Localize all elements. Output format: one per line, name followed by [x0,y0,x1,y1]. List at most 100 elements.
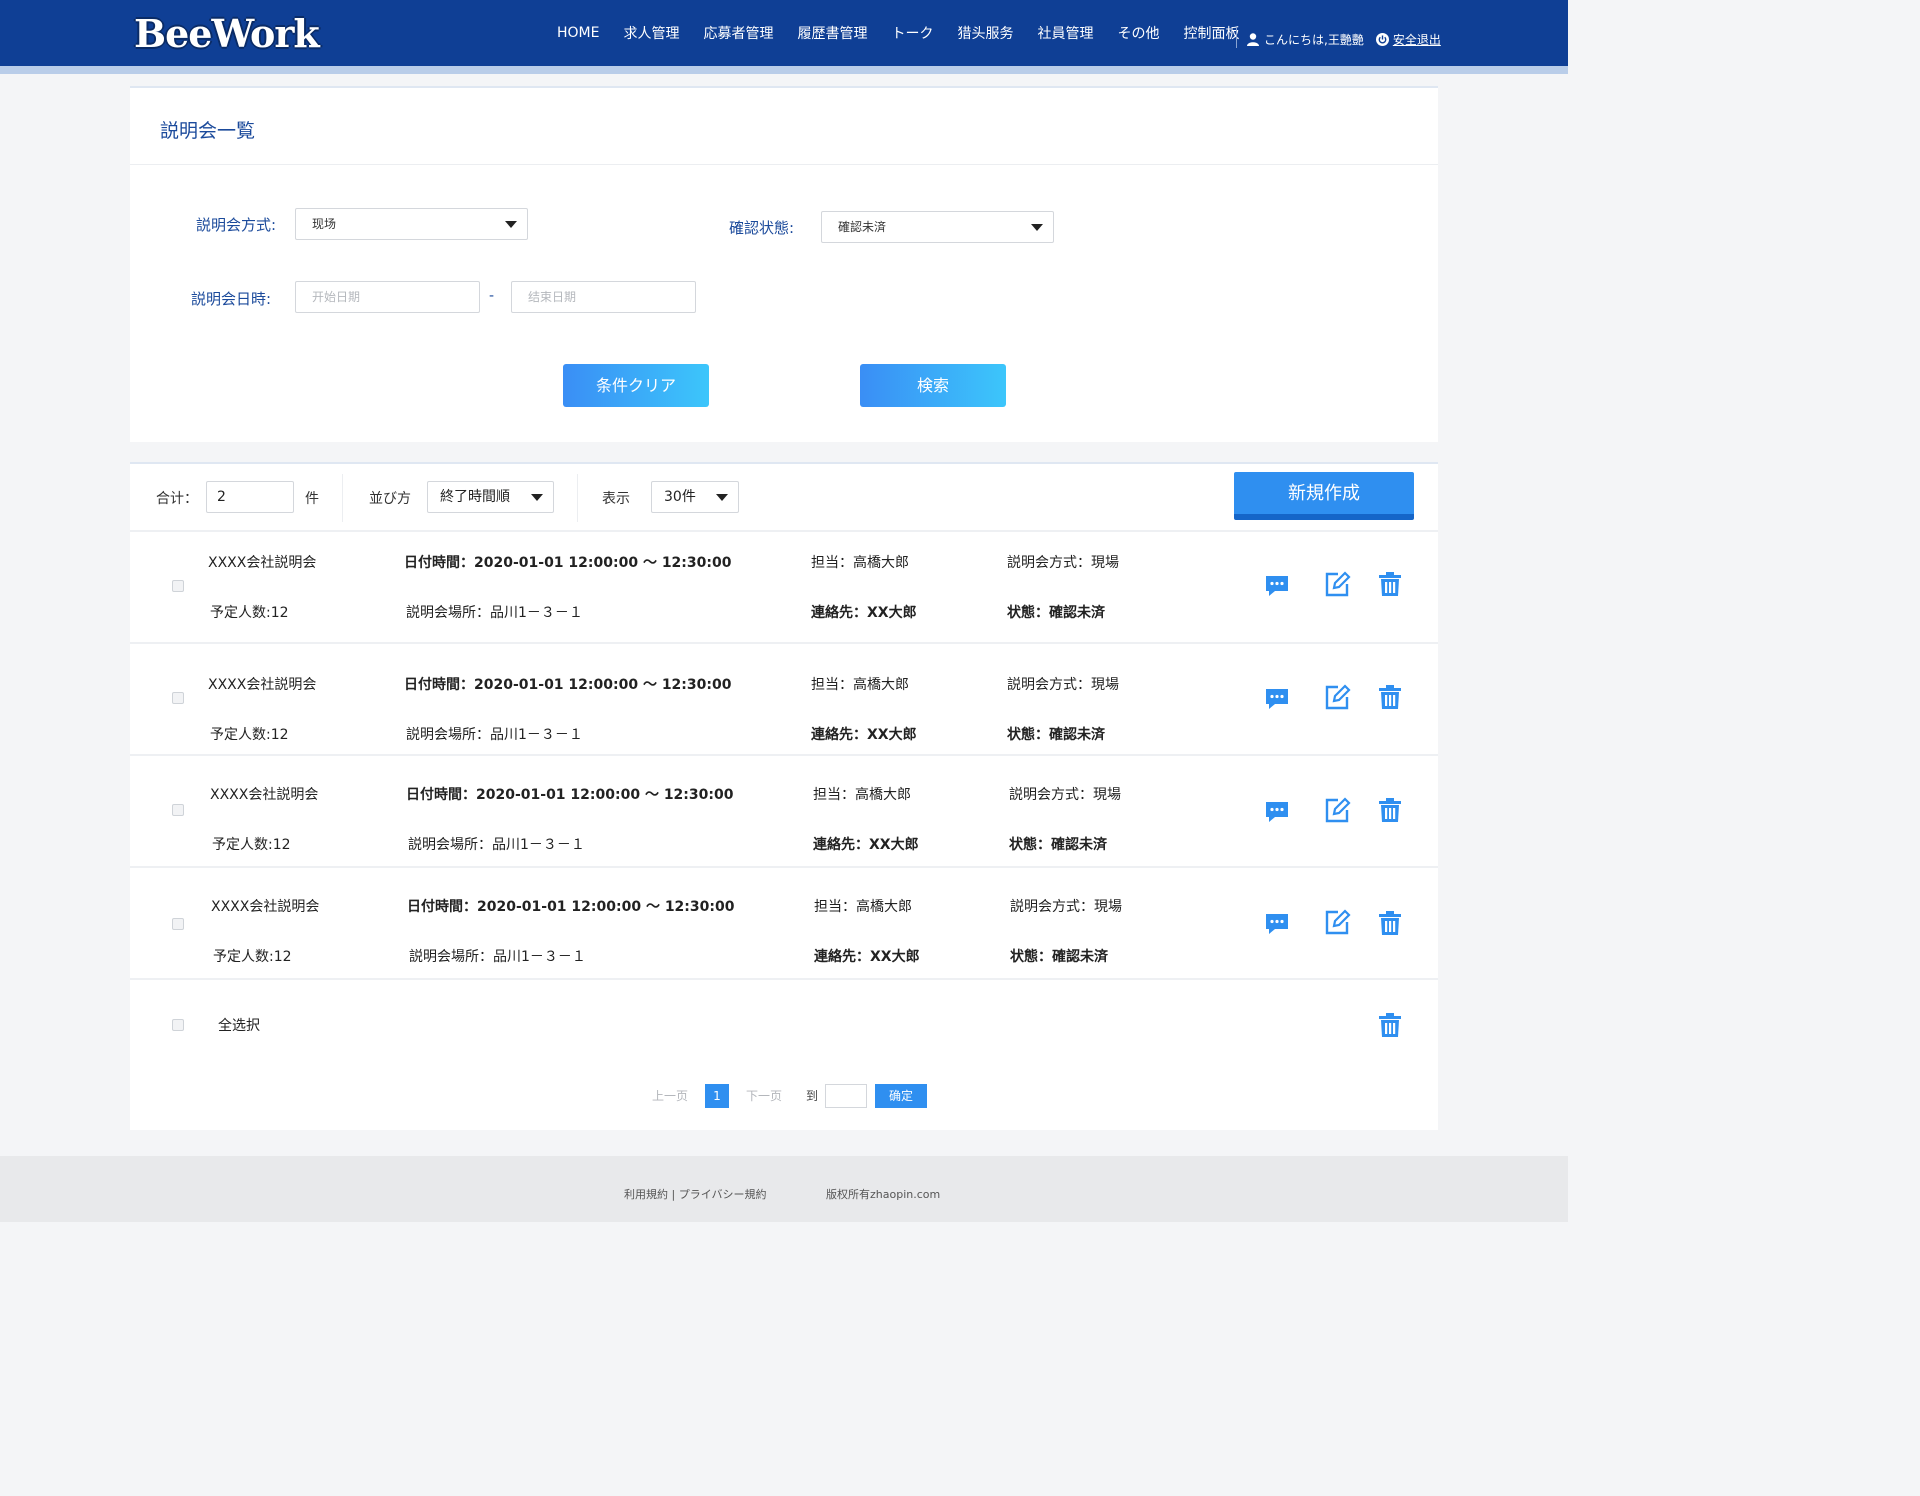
toolbar-divider [577,474,578,522]
total-count-field[interactable]: 2 [206,481,294,513]
nav-applicants[interactable]: 応募者管理 [703,23,773,43]
row-checkbox[interactable] [172,804,184,816]
message-icon[interactable] [1263,910,1291,938]
display-label: 表示 [602,491,630,507]
event-contact: 連絡先：XX大郎 [814,949,920,965]
planned-count: 予定人数:12 [210,727,289,743]
nav-jobs[interactable]: 求人管理 [623,23,679,43]
event-status: 状態：確認未済 [1007,727,1105,743]
event-status: 状態：確認未済 [1009,837,1107,853]
clear-conditions-button[interactable]: 条件クリア [563,364,709,407]
user-area: こんにちは,王艷艷 安全退出 [1247,31,1441,48]
status-label: 確認状態: [729,219,795,237]
page-jump-input[interactable] [825,1084,867,1108]
status-select-value: 確認未済 [838,220,887,234]
status-select[interactable]: 確認未済 [821,211,1054,243]
list-item: XXXX会社説明会 予定人数:12 日付時間：2020-01-01 12:00:… [130,532,1438,644]
method-select[interactable]: 现场 [295,208,528,240]
date-label: 説明会日時: [191,290,272,308]
message-icon[interactable] [1263,798,1291,826]
top-header: BeeWork HOME 求人管理 応募者管理 履歴書管理 トーク 猎头服务 社… [0,0,1568,66]
sort-select[interactable]: 終了時間順 [427,481,554,513]
goto-label: 到 [806,1089,819,1103]
nav-talk[interactable]: トーク [891,23,933,43]
footer-links[interactable]: 利用規約 | プライバシー規約 [624,1186,766,1202]
pagination: 上一页 1 下一页 到 确定 [130,1084,1438,1110]
edit-icon[interactable] [1323,796,1351,824]
event-place: 説明会場所：品川1－３－１ [406,605,583,621]
nav-resumes[interactable]: 履歴書管理 [797,23,867,43]
edit-icon[interactable] [1323,908,1351,936]
event-datetime: 日付時間：2020-01-01 12:00:00 ～ 12:30:00 [404,555,732,571]
message-icon[interactable] [1263,572,1291,600]
logo[interactable]: BeeWork [134,10,320,56]
total-unit: 件 [305,491,319,507]
chevron-down-icon [505,221,517,228]
nav-other[interactable]: その他 [1117,23,1159,43]
event-method: 説明会方式：現場 [1007,677,1119,693]
prev-page-link[interactable]: 上一页 [652,1084,688,1108]
message-icon[interactable] [1263,685,1291,713]
event-owner: 担当：高橋大郎 [813,787,911,803]
event-status: 状態：確認未済 [1010,949,1108,965]
end-date-input[interactable]: 结束日期 [511,281,696,313]
trash-icon[interactable] [1376,1011,1404,1039]
method-label: 説明会方式: [196,216,277,234]
event-datetime: 日付時間：2020-01-01 12:00:00 ～ 12:30:00 [406,787,734,803]
page-number-current[interactable]: 1 [705,1084,729,1108]
edit-icon[interactable] [1323,570,1351,598]
logout-label: 安全退出 [1392,33,1441,47]
search-button[interactable]: 検索 [860,364,1006,407]
list-item: XXXX会社説明会 予定人数:12 日付時間：2020-01-01 12:00:… [130,868,1438,980]
row-checkbox[interactable] [172,692,184,704]
date-range-dash: - [489,288,495,304]
new-create-button[interactable]: 新規作成 [1234,472,1414,520]
event-datetime: 日付時間：2020-01-01 12:00:00 ～ 12:30:00 [407,899,735,915]
event-name: XXXX会社説明会 [211,899,320,915]
list-item: XXXX会社説明会 予定人数:12 日付時間：2020-01-01 12:00:… [130,644,1438,756]
main-nav: HOME 求人管理 応募者管理 履歴書管理 トーク 猎头服务 社員管理 その他 … [545,0,1251,66]
start-date-input[interactable]: 开始日期 [295,281,480,313]
trash-icon[interactable] [1376,570,1404,598]
event-contact: 連絡先：XX大郎 [811,727,917,743]
page-jump-confirm-button[interactable]: 确定 [875,1084,927,1108]
event-name: XXXX会社説明会 [208,677,317,693]
header-strip [0,66,1568,74]
display-count-value: 30件 [664,489,696,505]
trash-icon[interactable] [1376,683,1404,711]
sort-label: 並び方 [369,491,411,507]
footer: 利用規約 | プライバシー規約 版权所有zhaopin.com [0,1156,1568,1222]
event-contact: 連絡先：XX大郎 [811,605,917,621]
event-method: 説明会方式：現場 [1007,555,1119,571]
footer-copyright: 版权所有zhaopin.com [826,1188,941,1201]
chevron-down-icon [531,494,543,501]
display-count-select[interactable]: 30件 [651,481,739,513]
nav-control-panel[interactable]: 控制面板 [1183,23,1239,43]
trash-icon[interactable] [1376,909,1404,937]
event-owner: 担当：高橋大郎 [814,899,912,915]
nav-home[interactable]: HOME [557,25,599,41]
event-datetime: 日付時間：2020-01-01 12:00:00 ～ 12:30:00 [404,677,732,693]
row-checkbox[interactable] [172,580,184,592]
title-divider [130,164,1438,165]
nav-employees[interactable]: 社員管理 [1037,23,1093,43]
event-method: 説明会方式：現場 [1010,899,1122,915]
logo-text: BeeWork [134,10,320,56]
event-place: 説明会場所：品川1－３－１ [406,727,583,743]
edit-icon[interactable] [1323,683,1351,711]
page-title: 説明会一覧 [160,120,256,142]
select-all-label: 全选択 [218,1018,260,1034]
select-all-checkbox[interactable] [172,1019,184,1031]
nav-headhunting[interactable]: 猎头服务 [957,23,1013,43]
total-label: 合计： [156,491,198,507]
logout-link[interactable]: 安全退出 [1375,31,1441,48]
event-owner: 担当：高橋大郎 [811,677,909,693]
list-panel: 合计： 2 件 並び方 終了時間順 表示 30件 新規作成 XXXX会社説明会 … [130,462,1438,1130]
next-page-link[interactable]: 下一页 [746,1084,782,1108]
row-checkbox[interactable] [172,918,184,930]
nav-divider [1236,28,1237,48]
method-select-value: 现场 [312,217,337,231]
planned-count: 予定人数:12 [212,837,291,853]
planned-count: 予定人数:12 [213,949,292,965]
trash-icon[interactable] [1376,796,1404,824]
